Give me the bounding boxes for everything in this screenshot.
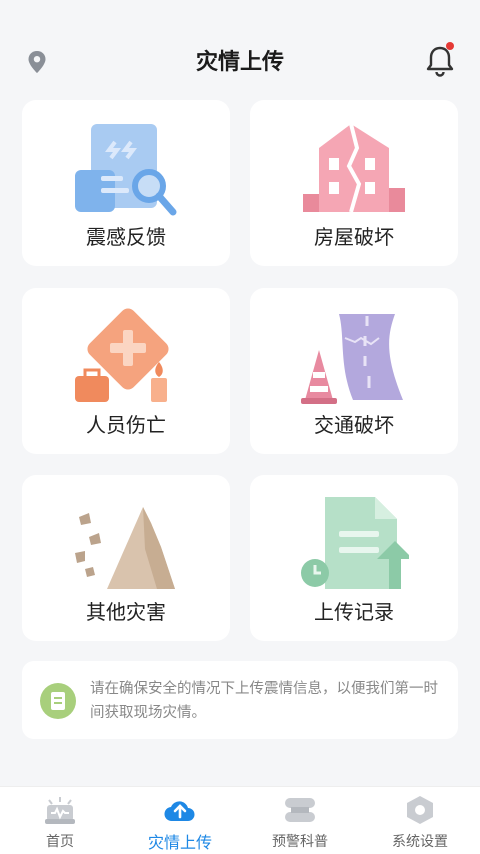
- card-other-disasters[interactable]: 其他灾害: [22, 475, 230, 641]
- document-search-icon: [75, 124, 177, 216]
- card-casualties[interactable]: 人员伤亡: [22, 288, 230, 454]
- page-title: 灾情上传: [195, 50, 284, 75]
- card-label: 震感反馈: [86, 225, 166, 249]
- first-aid-icon: [75, 308, 169, 402]
- card-quake-feedback[interactable]: 震感反馈: [22, 100, 230, 266]
- upload-record-icon: [301, 497, 409, 589]
- tab-label: 预警科普: [272, 834, 328, 850]
- tab-system-settings[interactable]: 系统设置: [360, 787, 480, 854]
- alarm-icon: [45, 797, 75, 824]
- card-upload-records[interactable]: 上传记录: [250, 475, 458, 641]
- tab-warning-science[interactable]: 预警科普: [240, 787, 360, 854]
- tab-label: 首页: [46, 834, 74, 850]
- cloud-upload-icon: [164, 801, 195, 822]
- card-traffic-damage[interactable]: 交通破坏: [250, 288, 458, 454]
- card-house-damage[interactable]: 房屋破坏: [250, 100, 458, 266]
- header: 灾情上传: [0, 0, 480, 100]
- notice-text: 请在确保安全的情况下上传震情信息，以便我们第一时间获取现场灾情。: [90, 681, 438, 721]
- bottom-tab-bar: 首页 灾情上传 预警科普 系统设置: [0, 786, 480, 854]
- tab-home[interactable]: 首页: [0, 787, 120, 854]
- safety-notice: 请在确保安全的情况下上传震情信息，以便我们第一时间获取现场灾情。: [22, 661, 458, 739]
- card-label: 交通破坏: [314, 413, 394, 437]
- card-label: 人员伤亡: [86, 413, 166, 437]
- broken-road-icon: [301, 314, 403, 404]
- book-icon: [285, 798, 315, 822]
- card-label: 上传记录: [314, 600, 394, 624]
- tab-label: 系统设置: [392, 834, 448, 850]
- card-label: 房屋破坏: [314, 225, 394, 249]
- cracked-house-icon: [303, 123, 405, 213]
- gear-icon: [407, 796, 433, 824]
- notification-bell[interactable]: [424, 42, 456, 78]
- notification-badge: [446, 42, 454, 50]
- card-label: 其他灾害: [86, 600, 166, 624]
- landslide-icon: [75, 507, 175, 589]
- tab-label: 灾情上传: [147, 833, 212, 852]
- tab-disaster-upload[interactable]: 灾情上传: [120, 787, 240, 854]
- notice-icon: [40, 683, 76, 719]
